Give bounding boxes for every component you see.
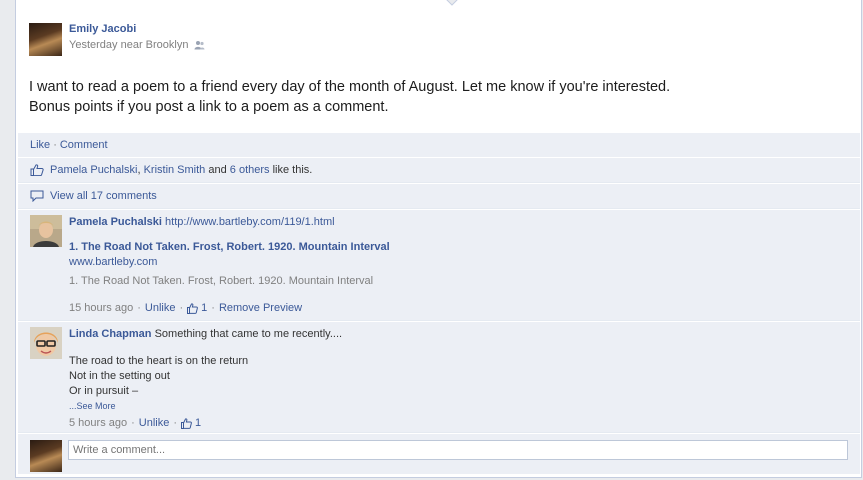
view-all-comments-link[interactable]: View all 17 comments [50, 184, 157, 208]
feedback-area: Like · Comment Pamela Puchalski, Kristin S… [18, 133, 860, 474]
likes-others-link[interactable]: 6 others [230, 158, 270, 182]
timestamp-link[interactable]: Yesterday [69, 39, 118, 51]
story-pointer-notch [446, 0, 458, 6]
comment-composer [18, 433, 860, 474]
comment-item: Pamela Puchalski http://www.bartleby.com… [18, 209, 860, 321]
comment-timestamp[interactable]: 5 hours ago [69, 416, 127, 431]
post-message: I want to read a poem to a friend every … [29, 77, 829, 117]
comment-text: Something that came to me recently.... [154, 328, 343, 340]
poem-line: Or in pursuit – [69, 385, 139, 397]
link-preview-domain[interactable]: www.bartleby.com [69, 255, 860, 270]
commenter-avatar[interactable] [30, 215, 62, 247]
write-comment-input[interactable] [68, 440, 848, 460]
post-message-line: Bonus points if you post a link to a poe… [29, 99, 389, 115]
action-separator: · [53, 139, 57, 151]
commenter-avatar[interactable] [30, 327, 62, 359]
location-text: near Brooklyn [120, 39, 189, 51]
view-all-comments-row: View all 17 comments [18, 183, 860, 209]
viewer-avatar [30, 440, 62, 472]
story-actions: Like · Comment [18, 133, 860, 157]
link-preview-description: 1. The Road Not Taken. Frost, Robert. 19… [69, 275, 374, 287]
likes-comma: , [137, 164, 141, 176]
commenter-name-link[interactable]: Linda Chapman [69, 328, 152, 340]
comment-meta: 15 hours ago · Unlike · 1 · Remove Previ… [69, 301, 303, 316]
like-button[interactable]: Like [30, 139, 50, 151]
feed-story: Emily Jacobi Yesterday near Brooklyn I w… [15, 0, 862, 478]
comment-poem: The road to the heart is on the return N… [69, 354, 860, 414]
friends-icon[interactable] [194, 40, 205, 50]
thumbs-up-icon [30, 164, 44, 176]
poem-line: The road to the heart is on the return [69, 355, 249, 367]
author-avatar[interactable] [29, 23, 62, 56]
link-preview-title[interactable]: 1. The Road Not Taken. Frost, Robert. 19… [69, 240, 860, 255]
see-more-link[interactable]: See More [77, 401, 116, 411]
comment-item: Linda Chapman Something that came to me … [18, 321, 860, 433]
unlike-comment-button[interactable]: Unlike [139, 416, 170, 431]
comment-bubble-icon [30, 190, 44, 202]
liker-link[interactable]: Pamela Puchalski [50, 158, 137, 182]
thumbs-up-icon [187, 303, 199, 314]
comment-like-count[interactable]: 1 [195, 416, 201, 431]
comment-timestamp[interactable]: 15 hours ago [69, 301, 133, 316]
commenter-name-link[interactable]: Pamela Puchalski [69, 216, 162, 228]
comment-button[interactable]: Comment [60, 139, 108, 151]
see-more-ellipsis: ... [69, 401, 77, 411]
likes-summary: Pamela Puchalski, Kristin Smith and 6 ot… [18, 157, 860, 183]
comment-url-link[interactable]: http://www.bartleby.com/119/1.html [165, 216, 335, 228]
remove-preview-button[interactable]: Remove Preview [219, 301, 302, 316]
post-message-line: I want to read a poem to a friend every … [29, 79, 671, 95]
comment-like-count[interactable]: 1 [201, 301, 207, 316]
poem-line: Not in the setting out [69, 370, 170, 382]
likes-suffix: like this. [272, 164, 313, 176]
likes-and: and [208, 164, 227, 176]
unlike-comment-button[interactable]: Unlike [145, 301, 176, 316]
story-meta: Yesterday near Brooklyn [69, 39, 205, 51]
thumbs-up-icon [181, 418, 192, 429]
author-name-link[interactable]: Emily Jacobi [69, 23, 136, 35]
liker-link[interactable]: Kristin Smith [144, 158, 206, 182]
comment-meta: 5 hours ago · Unlike · 1 [69, 416, 202, 431]
